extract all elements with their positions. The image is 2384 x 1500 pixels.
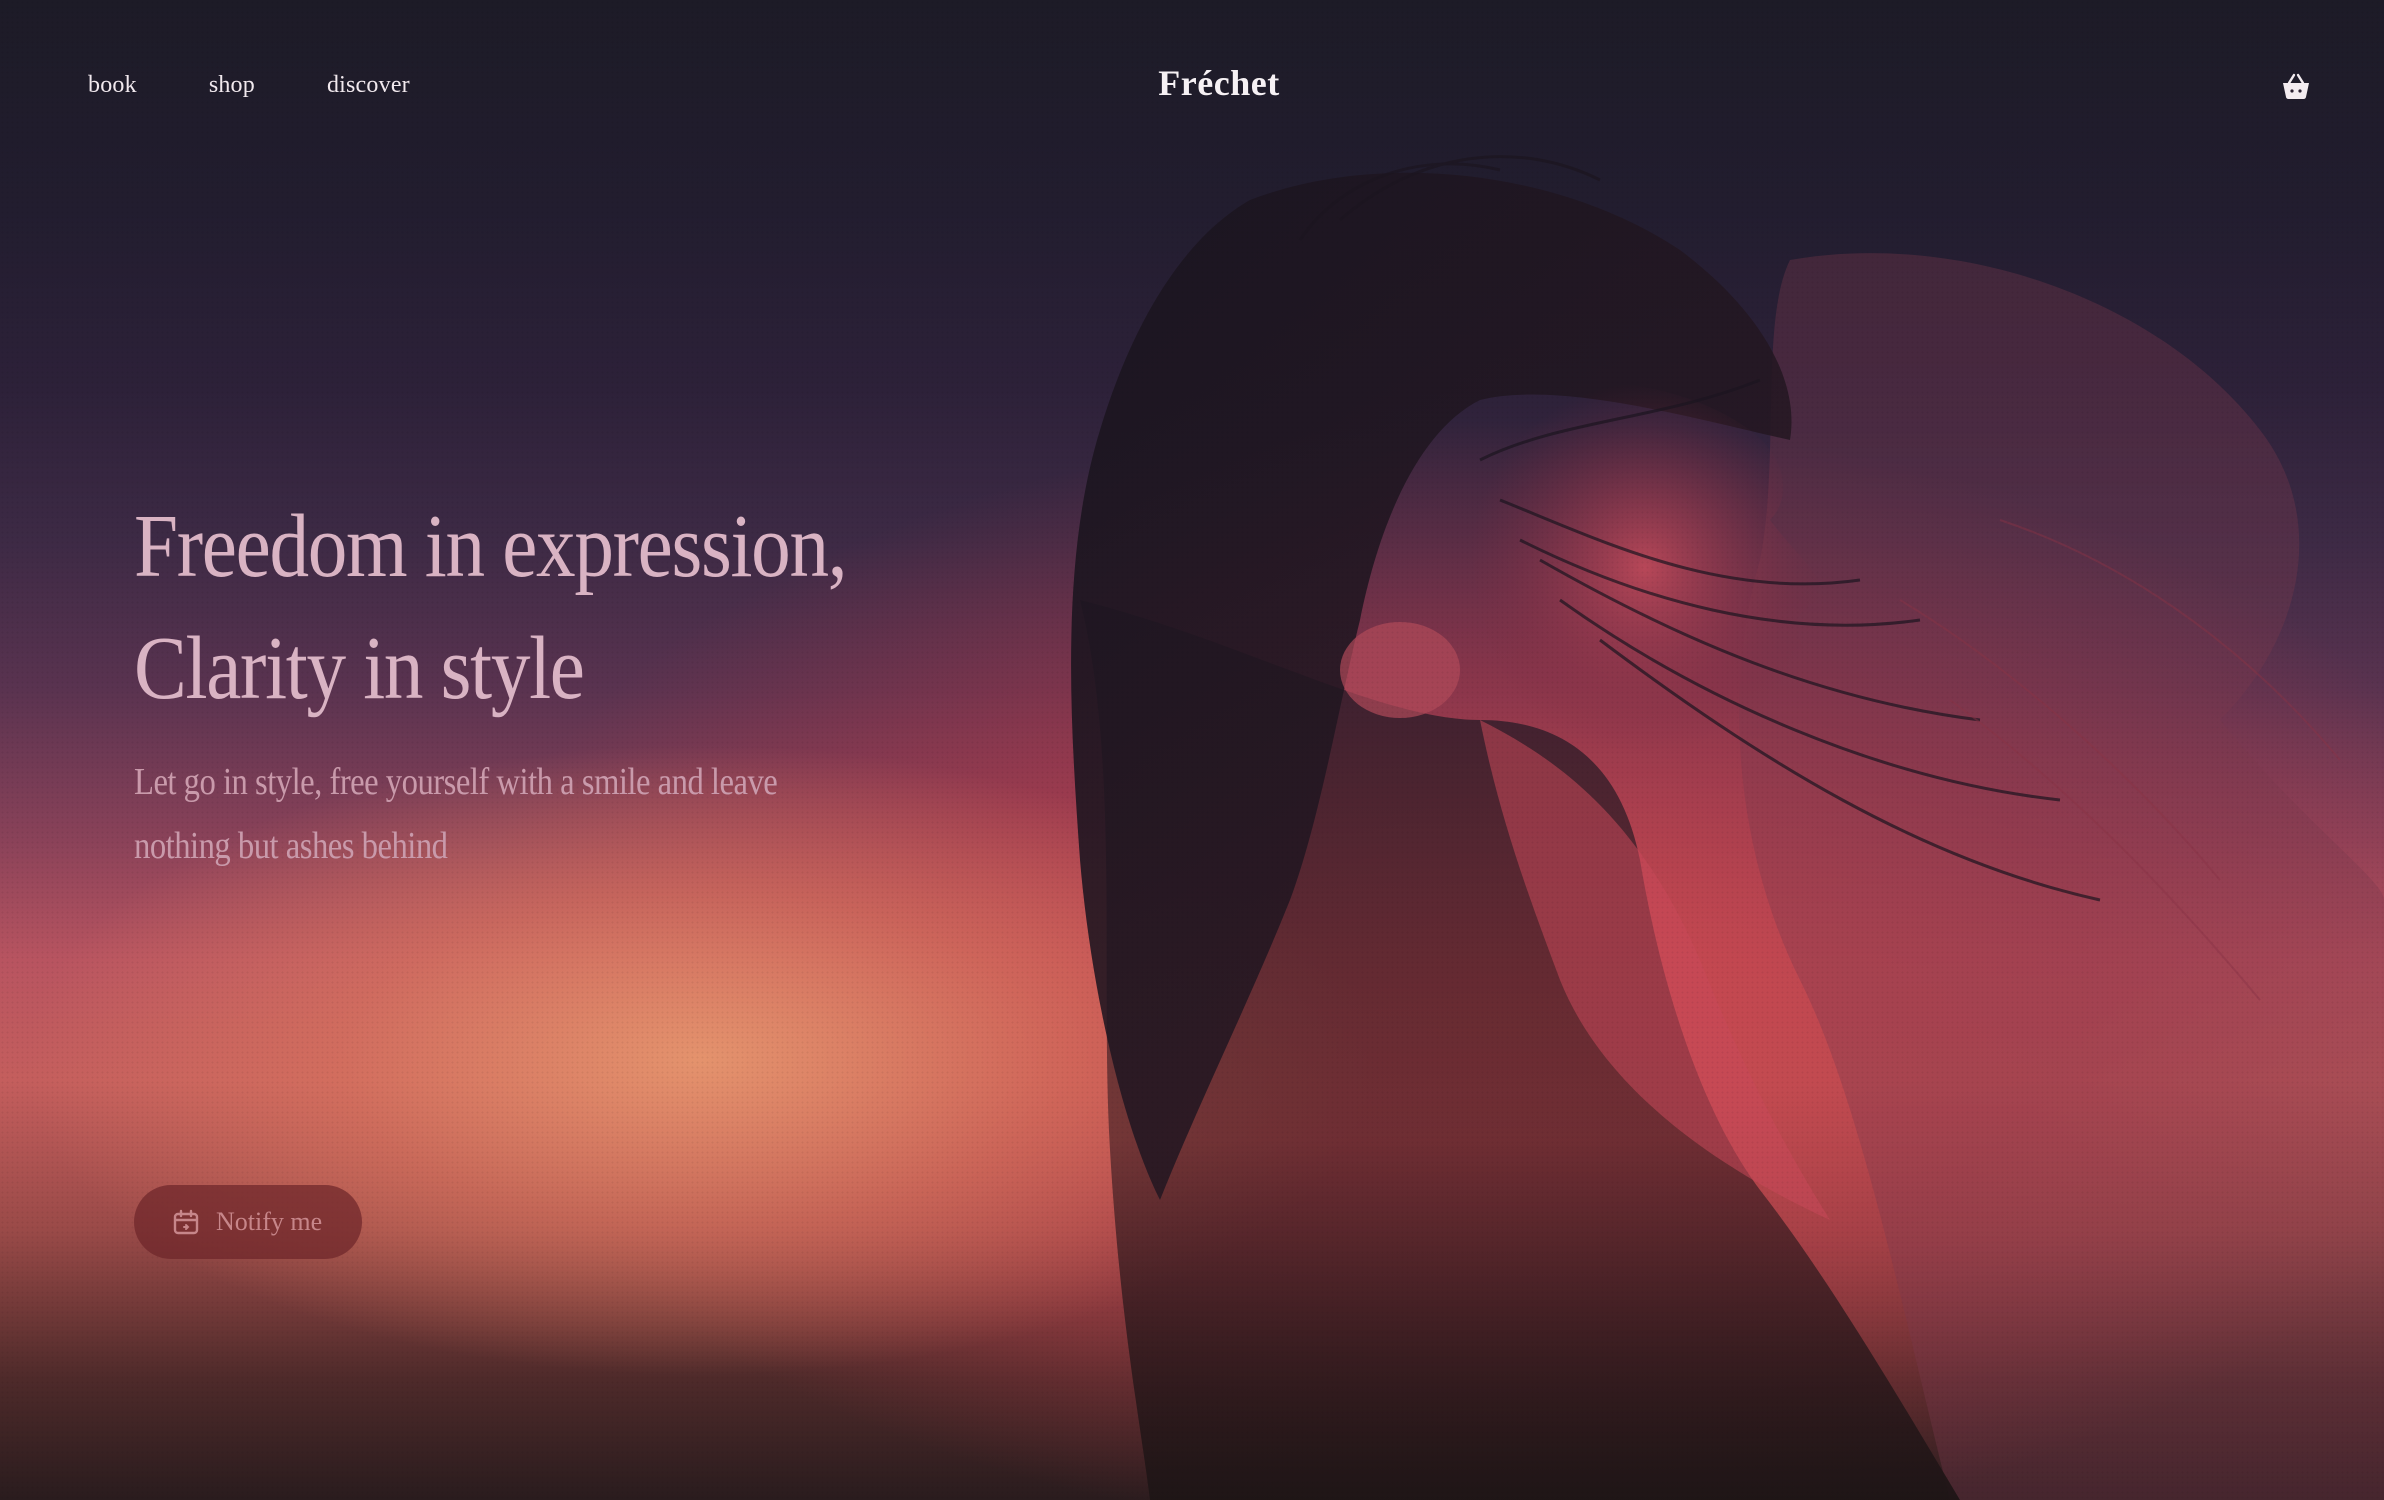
cart-button[interactable] (2280, 72, 2312, 100)
subhead-line-1: Let go in style, free yourself with a sm… (134, 761, 778, 803)
notify-me-button[interactable]: Notify me (134, 1185, 362, 1259)
basket-icon (2283, 73, 2309, 99)
brand-logo[interactable]: Fréchet (1092, 62, 1346, 104)
nav-link-book[interactable]: book (88, 72, 137, 99)
hero-subheading: Let go in style, free yourself with a sm… (134, 750, 908, 878)
nav-link-discover[interactable]: discover (327, 72, 410, 99)
primary-nav: book shop discover (88, 72, 410, 99)
landing-page: book shop discover Fréchet Freedom in ex… (0, 0, 2384, 1500)
hero-headline: Freedom in expression, Clarity in style (134, 486, 1014, 730)
notify-me-label: Notify me (216, 1207, 323, 1236)
headline-line-2: Clarity in style (134, 619, 585, 718)
calendar-icon (173, 1209, 199, 1235)
nav-link-shop[interactable]: shop (209, 72, 255, 99)
headline-line-1: Freedom in expression, (134, 497, 848, 596)
subhead-line-2: nothing but ashes behind (134, 825, 448, 867)
